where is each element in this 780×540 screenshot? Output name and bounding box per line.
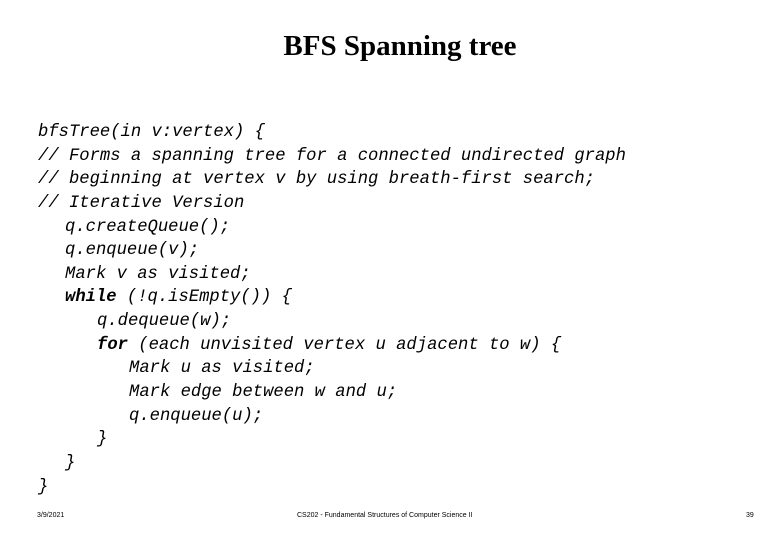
code-keyword: while (65, 288, 117, 308)
code-line: q.enqueue(u); (38, 405, 626, 429)
code-line: } (38, 428, 626, 452)
code-line: Mark edge between w and u; (38, 381, 626, 405)
code-text: q.dequeue(w); (97, 312, 232, 332)
code-line: q.dequeue(w); (38, 310, 626, 334)
footer-page-number: 39 (746, 512, 754, 519)
code-text: Mark edge between w and u; (129, 383, 398, 403)
code-line: Mark u as visited; (38, 357, 626, 381)
code-text: q.enqueue(v); (65, 241, 200, 261)
code-text: Mark v as visited; (65, 264, 251, 284)
code-line: // Iterative Version (38, 192, 626, 216)
code-text: // Forms a spanning tree for a connected… (38, 146, 626, 166)
slide-title: BFS Spanning tree (283, 30, 517, 62)
code-line: } (38, 452, 626, 476)
code-text: Mark u as visited; (129, 359, 315, 379)
code-text: // beginning at vertex v by using breath… (38, 170, 595, 190)
code-line: while (!q.isEmpty()) { (38, 286, 626, 310)
code-text: q.enqueue(u); (129, 406, 264, 426)
code-text: } (38, 477, 49, 497)
code-line: Mark v as visited; (38, 263, 626, 287)
code-line: } (38, 476, 626, 500)
code-text: // Iterative Version (38, 193, 245, 213)
code-line: bfsTree(in v:vertex) { (38, 121, 626, 145)
code-text: (each unvisited vertex u adjacent to w) … (127, 335, 562, 355)
code-text: } (97, 430, 108, 450)
code-text: } (65, 453, 76, 473)
footer-date: 3/9/2021 (37, 512, 65, 519)
footer-course: CS202 - Fundamental Structures of Comput… (297, 512, 473, 519)
code-line: q.enqueue(v); (38, 239, 626, 263)
code-block: bfsTree(in v:vertex) { // Forms a spannin… (38, 121, 626, 499)
code-keyword: for (97, 335, 128, 355)
code-line: q.createQueue(); (38, 216, 626, 240)
code-line: // beginning at vertex v by using breath… (38, 168, 626, 192)
code-text: q.createQueue(); (65, 217, 231, 237)
code-line: for (each unvisited vertex u adjacent to… (38, 334, 626, 358)
code-text: (!q.isEmpty()) { (116, 288, 292, 308)
code-text: bfsTree(in v:vertex) { (38, 123, 265, 142)
code-line: // Forms a spanning tree for a connected… (38, 145, 626, 169)
